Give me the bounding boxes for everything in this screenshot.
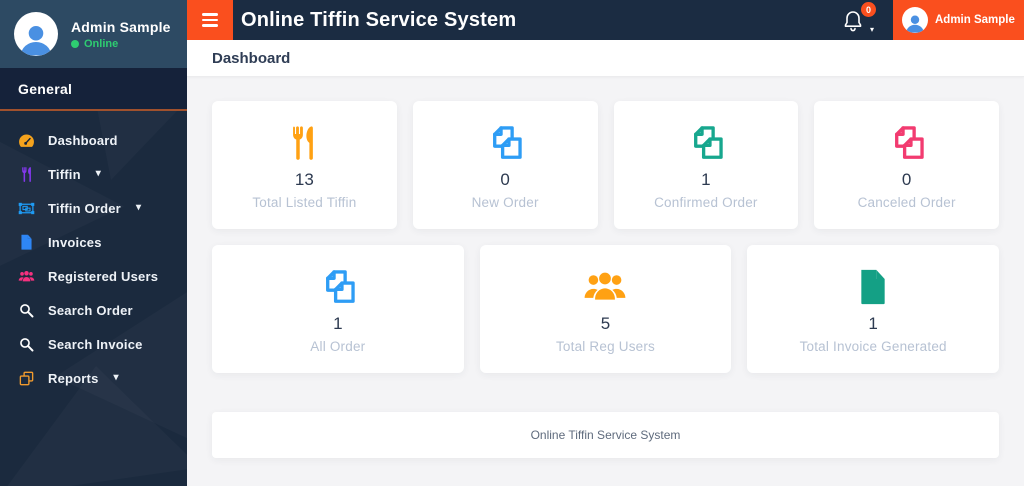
stat-value: 5	[600, 313, 611, 333]
stat-card-total-reg-users: 5 Total Reg Users	[479, 245, 732, 373]
tachometer-icon	[18, 132, 35, 149]
stat-card-all-order: 1 All Order	[212, 245, 464, 373]
object-group-icon	[18, 200, 35, 217]
stat-label: Total Invoice Generated	[799, 338, 947, 354]
person-icon	[20, 25, 52, 56]
avatar	[14, 12, 58, 56]
search-icon	[18, 302, 35, 319]
sidebar-item-label: Search Order	[48, 302, 133, 318]
sidebar-item-label: Registered Users	[48, 268, 159, 284]
stat-value: 1	[701, 169, 711, 189]
online-status-label: Online	[84, 37, 119, 50]
user-menu-button[interactable]: Admin Sample ▾	[893, 0, 1024, 40]
stat-value: 0	[500, 169, 510, 189]
users-icon	[18, 268, 35, 285]
sidebar-item-invoices[interactable]: Invoices	[0, 225, 187, 259]
sidebar-item-dashboard[interactable]: Dashboard	[0, 123, 187, 157]
notifications-button[interactable]: 0 ▾	[843, 2, 876, 34]
online-dot-icon	[71, 39, 79, 48]
stat-label: New Order	[471, 194, 539, 210]
stat-value: 1	[868, 313, 878, 333]
sidebar-item-label: Tiffin Order	[48, 200, 121, 216]
file-solid-icon	[858, 265, 888, 309]
sidebar-section-general: General	[0, 68, 187, 111]
utensils-icon	[18, 166, 35, 183]
sidebar-item-tiffin[interactable]: Tiffin ▾	[0, 157, 187, 191]
caret-down-icon: ▾	[135, 202, 142, 213]
stat-label: Confirmed Order	[654, 194, 758, 210]
stat-card-confirmed-order: 1 Confirmed Order	[613, 101, 799, 229]
hamburger-menu-button[interactable]	[187, 0, 233, 40]
stat-value: 0	[901, 169, 912, 189]
stat-card-total-invoice-generated: 1 Total Invoice Generated	[747, 245, 999, 373]
caret-down-icon: ▾	[113, 372, 119, 383]
topbar-user-name: Admin Sample	[935, 14, 1015, 26]
caret-down-icon: ▾	[869, 25, 874, 34]
sidebar-item-reports[interactable]: Reports ▾	[0, 361, 187, 395]
hamburger-icon	[202, 13, 218, 16]
stat-label: Canceled Order	[857, 194, 956, 210]
stat-value: 13	[294, 169, 314, 189]
sidebar-item-label: Reports	[48, 370, 99, 386]
sidebar: Admin Sample Online General Dashboard Ti…	[0, 0, 187, 486]
search-icon	[18, 336, 35, 353]
sidebar-item-label: Search Invoice	[48, 336, 143, 352]
stat-card-canceled-order: 0 Canceled Order	[814, 101, 999, 229]
sidebar-item-registered-users[interactable]: Registered Users	[0, 259, 187, 293]
app-title: Online Tiffin Service System	[241, 8, 517, 31]
stat-label: Total Listed Tiffin	[252, 194, 357, 210]
stats-row-2: 1 All Order 5 Total Reg Users 1 Total In…	[212, 245, 999, 373]
avatar	[902, 7, 928, 33]
sidebar-item-search-invoice[interactable]: Search Invoice	[0, 327, 187, 361]
profile-status: Online	[71, 38, 171, 50]
stat-label: Total Reg Users	[555, 338, 656, 354]
clone-icon	[18, 370, 35, 387]
topbar: Online Tiffin Service System 0 ▾ Admin S…	[187, 0, 1024, 40]
profile-name: Admin Sample	[71, 18, 171, 35]
stat-card-new-order: 0 New Order	[412, 101, 598, 229]
stat-value: 1	[333, 313, 343, 333]
copy-pages-icon	[485, 121, 525, 165]
person-icon	[906, 15, 924, 33]
main-content: 13 Total Listed Tiffin 0 New Order 1 Con	[187, 77, 1024, 486]
sidebar-user-panel: Admin Sample Online	[0, 0, 187, 68]
stats-row-1: 13 Total Listed Tiffin 0 New Order 1 Con	[212, 101, 999, 229]
stat-card-total-listed-tiffin: 13 Total Listed Tiffin	[212, 101, 397, 229]
bell-icon	[844, 11, 862, 32]
page-title: Dashboard	[187, 40, 1024, 77]
copy-pages-icon	[686, 121, 726, 165]
copy-pages-icon	[887, 121, 927, 165]
caret-down-icon: ▾	[95, 168, 101, 179]
copy-pages-icon	[318, 265, 358, 309]
sidebar-item-label: Dashboard	[48, 132, 118, 148]
stat-label: All Order	[310, 338, 366, 354]
sidebar-nav: Dashboard Tiffin ▾ Tiffin Order ▾ Invoic…	[0, 111, 187, 395]
utensils-icon	[288, 121, 320, 165]
footer: Online Tiffin Service System	[212, 412, 999, 458]
sidebar-item-tiffin-order[interactable]: Tiffin Order ▾	[0, 191, 187, 225]
sidebar-item-label: Tiffin	[48, 166, 81, 182]
users-icon	[582, 265, 628, 309]
sidebar-item-label: Invoices	[48, 234, 102, 250]
file-icon	[18, 234, 35, 251]
notification-badge: 0	[861, 2, 876, 17]
sidebar-item-search-order[interactable]: Search Order	[0, 293, 187, 327]
